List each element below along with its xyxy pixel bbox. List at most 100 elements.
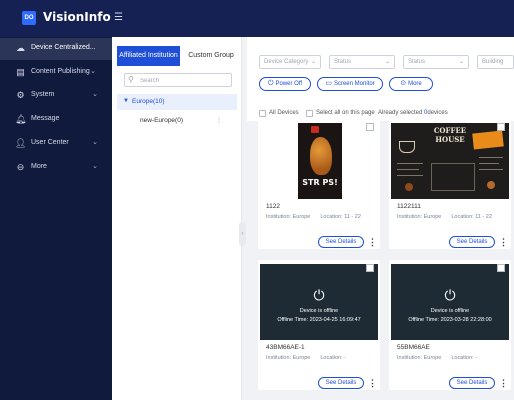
device-screen-preview: STR PS! bbox=[260, 123, 378, 199]
card-checkbox[interactable] bbox=[366, 264, 374, 272]
select-page-checkbox[interactable] bbox=[306, 110, 313, 117]
device-category-select[interactable]: Device Category ⌄ bbox=[259, 55, 321, 69]
sidebar-item-system[interactable]: ⚙ System ⌄ bbox=[0, 85, 112, 107]
more-vertical-icon[interactable]: ⋮ bbox=[368, 236, 377, 248]
location-text: Location: 11 - 22 bbox=[451, 214, 492, 220]
group-panel: Affiliated Institution Custom Group ⚲ ▼ … bbox=[112, 37, 242, 400]
board-line bbox=[397, 169, 419, 170]
board-decoration bbox=[405, 183, 413, 191]
offline-time: Offline Time: 2023-04-25 16:09:47 bbox=[277, 317, 361, 323]
board-menu-box bbox=[431, 163, 475, 191]
institution-text: Institution: Europe bbox=[266, 355, 311, 361]
bell-icon: 🔔︎ bbox=[15, 114, 27, 124]
poster-text: STR PS! bbox=[302, 178, 338, 187]
select-value: Status bbox=[334, 59, 352, 65]
offline-time: Offline Time: 2023-03-28 22:28:00 bbox=[408, 317, 492, 323]
institution-text: Institution: Europe bbox=[397, 355, 442, 361]
selected-prefix: Already selected bbox=[378, 110, 423, 116]
sidebar-item-label: User Center bbox=[31, 139, 69, 146]
chevron-down-icon: ⌄ bbox=[310, 59, 316, 65]
device-meta: Institution: Europe Location: - bbox=[397, 355, 477, 361]
group-search: ⚲ bbox=[124, 73, 232, 87]
selected-summary: Already selected 0devices bbox=[378, 110, 448, 116]
gear-icon: ⚙ bbox=[16, 90, 25, 100]
button-label: Screen Monitor bbox=[333, 81, 375, 87]
tab-affiliated-institution[interactable]: Affiliated Institution bbox=[117, 46, 180, 66]
card-checkbox[interactable] bbox=[497, 123, 505, 131]
location-text: Location: - bbox=[320, 355, 347, 361]
device-meta: Institution: Europe Location: 11 - 22 bbox=[266, 214, 361, 220]
sidebar-item-label: Content Publishing bbox=[31, 68, 90, 75]
more-vertical-icon[interactable]: ⋮ bbox=[499, 236, 508, 248]
device-card[interactable]: ⏻ Device is offline Offline Time: 2023-0… bbox=[389, 260, 511, 390]
chevron-down-icon: ⌄ bbox=[92, 163, 98, 170]
device-card[interactable]: COFFEE HOUSE 1122111 Institution: Europe… bbox=[389, 119, 511, 249]
offline-screen: ⏻ Device is offline Offline Time: 2023-0… bbox=[260, 264, 378, 340]
board-line bbox=[397, 163, 423, 164]
see-details-button[interactable]: See Details bbox=[318, 236, 364, 248]
more-actions-button[interactable]: ⊙ More bbox=[389, 77, 433, 91]
see-details-button[interactable]: See Details bbox=[449, 236, 495, 248]
status-select[interactable]: Status ⌄ bbox=[329, 55, 395, 69]
cup-drawing bbox=[399, 141, 415, 153]
device-card[interactable]: STR PS! 1122 Institution: Europe Location… bbox=[258, 119, 380, 249]
sidebar-item-more[interactable]: ⊖ More ⌄ bbox=[0, 157, 112, 179]
board-line bbox=[397, 175, 423, 176]
device-meta: Institution: Europe Location: 11 - 22 bbox=[397, 214, 492, 220]
device-screen-preview: COFFEE HOUSE bbox=[391, 123, 509, 199]
select-page-label: Select all on this page bbox=[316, 110, 375, 116]
sidebar-item-content-publishing[interactable]: ▤ Content Publishing ⌄ bbox=[0, 62, 112, 84]
device-name: 1122111 bbox=[397, 203, 421, 210]
board-title: COFFEE HOUSE bbox=[433, 126, 467, 144]
offline-status: Device is offline bbox=[430, 308, 470, 314]
device-card[interactable]: ⏻ Device is offline Offline Time: 2023-0… bbox=[258, 260, 380, 390]
brand-name: VisionInfo bbox=[43, 10, 111, 24]
chevron-down-icon: ⌄ bbox=[90, 68, 96, 75]
food-image bbox=[310, 137, 332, 175]
sidebar-item-message[interactable]: 🔔︎ Message bbox=[0, 109, 112, 131]
device-screen-preview: ⏻ Device is offline Offline Time: 2023-0… bbox=[391, 264, 509, 340]
chevron-down-icon: ⌄ bbox=[458, 59, 464, 65]
sidebar-item-label: Device Centralized... bbox=[31, 44, 96, 51]
menu-collapse-icon[interactable]: ☰ bbox=[114, 12, 126, 24]
status-select-2[interactable]: Status ⌄ bbox=[403, 55, 469, 69]
sidebar-item-user-center[interactable]: 👤︎ User Center ⌄ bbox=[0, 133, 112, 155]
screen-monitor-button[interactable]: ▭ Screen Monitor bbox=[317, 77, 383, 91]
card-checkbox[interactable] bbox=[366, 123, 374, 131]
device-name: 43BM66AE-1 bbox=[266, 344, 305, 351]
tree-node-label: Europe(10) bbox=[132, 98, 165, 105]
all-devices-checkbox[interactable] bbox=[259, 110, 266, 117]
power-off-button[interactable]: ⏻ Power Off bbox=[259, 77, 311, 91]
tree-node-root[interactable]: ▼ Europe(10) bbox=[117, 94, 237, 110]
institution-text: Institution: Europe bbox=[266, 214, 311, 220]
caret-down-icon[interactable]: ▼ bbox=[123, 98, 129, 104]
selected-suffix: devices bbox=[427, 110, 448, 116]
building-select[interactable]: Building bbox=[477, 55, 514, 69]
chevron-down-icon: ⌄ bbox=[92, 91, 98, 98]
chevron-down-icon: ⌄ bbox=[92, 139, 98, 146]
panel-collapse-handle[interactable]: ‹ bbox=[239, 222, 246, 246]
card-checkbox[interactable] bbox=[497, 264, 505, 272]
button-label: Power Off bbox=[275, 81, 303, 87]
sidebar-item-device-centralized[interactable]: ☁ Device Centralized... bbox=[0, 38, 112, 60]
location-text: Location: - bbox=[451, 355, 478, 361]
more-circle-icon: ⊖ bbox=[16, 162, 25, 172]
see-details-button[interactable]: See Details bbox=[449, 377, 495, 389]
tab-custom-group[interactable]: Custom Group bbox=[182, 46, 240, 66]
user-icon: 👤︎ bbox=[15, 138, 27, 148]
tree-node-child[interactable]: new-Europe(0) bbox=[140, 117, 183, 124]
drag-handle-icon[interactable]: ⋮ bbox=[216, 117, 222, 124]
search-icon: ⚲ bbox=[128, 75, 134, 84]
device-name: 1122 bbox=[266, 203, 280, 210]
sidebar-item-label: More bbox=[31, 163, 47, 170]
see-details-button[interactable]: See Details bbox=[318, 377, 364, 389]
button-label: More bbox=[408, 81, 422, 87]
filter-bar: Device Category ⌄ Status ⌄ Status ⌄ Buildin… bbox=[247, 37, 514, 107]
more-vertical-icon[interactable]: ⋮ bbox=[368, 377, 377, 389]
search-input[interactable] bbox=[140, 76, 230, 85]
device-screen-preview: ⏻ Device is offline Offline Time: 2023-0… bbox=[260, 264, 378, 340]
content-icon: ▤ bbox=[16, 67, 25, 77]
more-vertical-icon[interactable]: ⋮ bbox=[499, 377, 508, 389]
sidebar-item-label: System bbox=[31, 91, 55, 98]
more-icon: ⊙ bbox=[400, 80, 407, 87]
